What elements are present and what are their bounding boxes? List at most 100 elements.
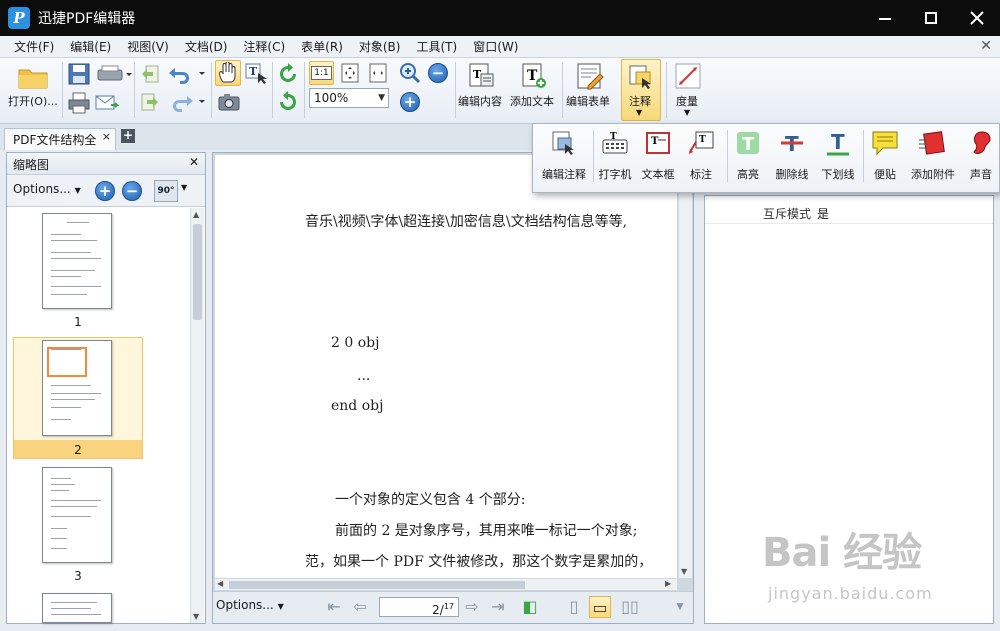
page-number-field[interactable]: 2/17 xyxy=(379,597,459,617)
edit-annotation-tool[interactable]: 编辑注释 xyxy=(537,128,591,184)
edit-content-label[interactable]: 编辑内容 xyxy=(458,93,502,109)
textbox-tool[interactable]: T 文本框 xyxy=(637,128,679,184)
toolbar-separator xyxy=(272,62,273,118)
scroll-up-icon[interactable]: ▲ xyxy=(193,210,199,219)
previous-page-button[interactable]: ⇦ xyxy=(349,596,371,618)
chevron-down-icon[interactable]: ▼ xyxy=(669,596,691,618)
page-thumbnail-1[interactable] xyxy=(42,213,112,309)
actual-size-button[interactable]: 1:1 xyxy=(309,61,334,85)
edit-form-label[interactable]: 编辑表单 xyxy=(566,93,610,109)
thumbnail-zoom-in-button[interactable]: + xyxy=(95,181,115,201)
fit-page-button[interactable] xyxy=(337,61,362,85)
edit-form-button[interactable] xyxy=(574,61,606,91)
hand-tool-button[interactable] xyxy=(215,60,241,86)
continuous-view-button[interactable]: ▭ xyxy=(589,596,611,618)
scrollbar-thumb[interactable] xyxy=(193,224,202,320)
highlight-tool[interactable]: T 高亮 xyxy=(729,128,767,184)
open-button[interactable] xyxy=(16,62,50,92)
menu-comment[interactable]: 注释(C) xyxy=(235,38,293,55)
view-options-menu[interactable]: Options... ▼ xyxy=(216,598,284,612)
annotate-label[interactable]: 注释 xyxy=(629,93,651,109)
thumbnail-options-menu[interactable]: Options... ▼ xyxy=(13,182,81,196)
rotate-clockwise-button[interactable] xyxy=(276,62,300,86)
maximize-button[interactable] xyxy=(908,0,954,36)
page-thumbnail-3[interactable] xyxy=(42,467,112,563)
menu-tools[interactable]: 工具(T) xyxy=(408,38,465,55)
document-view: 音乐\视频\字体\超连接\加密信息\文档结构信息等等, 2 0 obj ... … xyxy=(212,152,694,624)
fit-width-button[interactable] xyxy=(365,61,390,85)
menu-document[interactable]: 文档(D) xyxy=(177,38,236,55)
edit-content-button[interactable]: T xyxy=(466,61,498,91)
scrollbar-thumb[interactable] xyxy=(229,581,525,589)
menu-view[interactable]: 视图(V) xyxy=(119,38,177,55)
scroll-left-icon[interactable]: ◀ xyxy=(217,579,223,588)
menu-close-icon[interactable]: ✕ xyxy=(980,38,992,54)
thumbnail-rotate-button[interactable]: 90° xyxy=(154,180,178,202)
rotate-counterclockwise-button[interactable] xyxy=(276,90,300,114)
document-text-line: 音乐\视频\字体\超连接\加密信息\文档结构信息等等, xyxy=(305,214,628,230)
email-button[interactable] xyxy=(94,90,120,116)
last-page-button[interactable]: ⇥ xyxy=(487,596,509,618)
thumbnail-scrollbar[interactable]: ▲ ▼ xyxy=(190,208,204,623)
add-text-label[interactable]: 添加文本 xyxy=(510,93,554,109)
strikethrough-tool[interactable]: T 删除线 xyxy=(769,128,815,184)
add-text-icon: T xyxy=(522,63,546,88)
sticky-note-tool[interactable]: 便贴 xyxy=(867,128,903,184)
chevron-down-icon: ▼ xyxy=(636,108,643,117)
underline-tool[interactable]: T 下划线 xyxy=(815,128,861,184)
forward-button[interactable] xyxy=(138,90,162,114)
page-thumbnail-4[interactable] xyxy=(42,593,112,623)
print-button[interactable] xyxy=(66,90,92,116)
menu-object[interactable]: 对象(B) xyxy=(351,38,409,55)
close-tab-icon[interactable]: × xyxy=(102,130,111,143)
page-thumbnail-2[interactable] xyxy=(42,340,112,436)
document-page[interactable]: 音乐\视频\字体\超连接\加密信息\文档结构信息等等, 2 0 obj ... … xyxy=(215,155,677,578)
zoom-in-button[interactable]: + xyxy=(398,90,422,114)
rotate-label: 90° xyxy=(157,186,175,196)
scroll-right-icon[interactable]: ▶ xyxy=(665,579,671,588)
typewriter-tool[interactable]: T 打字机 xyxy=(595,128,635,184)
undo-button[interactable] xyxy=(166,62,208,86)
zoom-in-area-button[interactable] xyxy=(398,61,422,85)
minimize-button[interactable] xyxy=(862,0,908,36)
back-button[interactable] xyxy=(138,62,162,86)
property-value[interactable]: 是 xyxy=(817,205,829,222)
close-panel-icon[interactable]: ✕ xyxy=(189,155,199,169)
plus-icon: + xyxy=(98,182,112,200)
redo-button[interactable] xyxy=(166,90,208,114)
zoom-select[interactable]: 100% ▼ xyxy=(309,88,389,108)
thumbnail-zoom-out-button[interactable]: − xyxy=(122,181,142,201)
save-button[interactable] xyxy=(66,62,92,86)
callout-tool[interactable]: T 标注 xyxy=(681,128,721,184)
undo-icon xyxy=(169,68,205,84)
facing-view-button[interactable]: ▯▯ xyxy=(615,596,645,618)
document-tab[interactable]: PDF文件结构全 × xyxy=(4,128,116,150)
attach-file-tool[interactable]: 添加附件 xyxy=(905,128,961,184)
select-text-button[interactable]: T xyxy=(243,60,269,86)
add-text-button[interactable]: T xyxy=(518,61,550,91)
strikethrough-icon: T xyxy=(781,132,803,156)
measure-label[interactable]: 度量 xyxy=(676,93,698,109)
edit-annotation-icon xyxy=(552,131,574,155)
go-back-button[interactable]: ◧ xyxy=(519,596,541,618)
open-label[interactable]: 打开(O)... xyxy=(8,93,58,109)
scroll-down-icon[interactable]: ▼ xyxy=(193,612,199,621)
first-page-button[interactable]: ⇤ xyxy=(323,596,345,618)
chevron-down-icon[interactable]: ▼ xyxy=(181,183,187,192)
measure-button[interactable] xyxy=(672,61,704,91)
menu-window[interactable]: 窗口(W) xyxy=(465,38,526,55)
document-horizontal-scrollbar[interactable]: ◀ ▶ xyxy=(215,578,677,590)
menu-edit[interactable]: 编辑(E) xyxy=(62,38,119,55)
menu-form[interactable]: 表单(R) xyxy=(293,38,351,55)
document-vertical-scrollbar[interactable]: ▲ ▼ xyxy=(678,155,692,578)
menu-file[interactable]: 文件(F) xyxy=(6,38,62,55)
close-button[interactable] xyxy=(954,0,1000,36)
scan-button[interactable] xyxy=(94,62,134,86)
zoom-out-button[interactable]: − xyxy=(426,61,450,85)
new-tab-button[interactable]: + xyxy=(121,129,135,143)
snapshot-button[interactable] xyxy=(217,90,241,114)
next-page-button[interactable]: ⇨ xyxy=(461,596,483,618)
scroll-down-icon[interactable]: ▼ xyxy=(681,567,687,576)
sound-tool[interactable]: 声音 xyxy=(963,128,999,184)
single-page-view-button[interactable]: ▯ xyxy=(563,596,585,618)
